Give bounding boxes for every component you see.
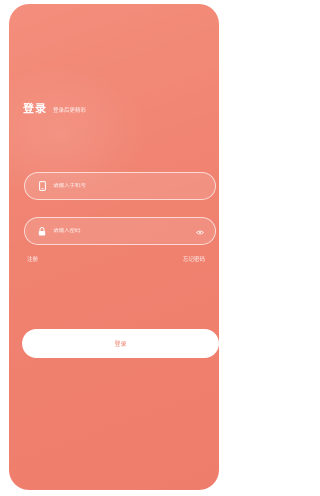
page-title: 登录	[23, 102, 47, 115]
phone-input[interactable]	[53, 183, 183, 189]
password-input[interactable]	[53, 228, 183, 234]
login-header: 登录 登录后更精彩	[23, 100, 86, 116]
register-link[interactable]: 注册	[27, 255, 38, 263]
phone-icon	[36, 180, 48, 192]
login-screen: 登录 登录后更精彩 注册 忘记密码 登录	[9, 4, 219, 490]
login-button[interactable]: 登录	[22, 329, 219, 358]
page-subtitle: 登录后更精彩	[53, 108, 87, 114]
password-field[interactable]	[24, 217, 216, 245]
eye-icon[interactable]	[195, 227, 205, 237]
lock-icon	[36, 225, 48, 237]
phone-field[interactable]	[24, 172, 216, 200]
forgot-password-link[interactable]: 忘记密码	[183, 255, 205, 263]
